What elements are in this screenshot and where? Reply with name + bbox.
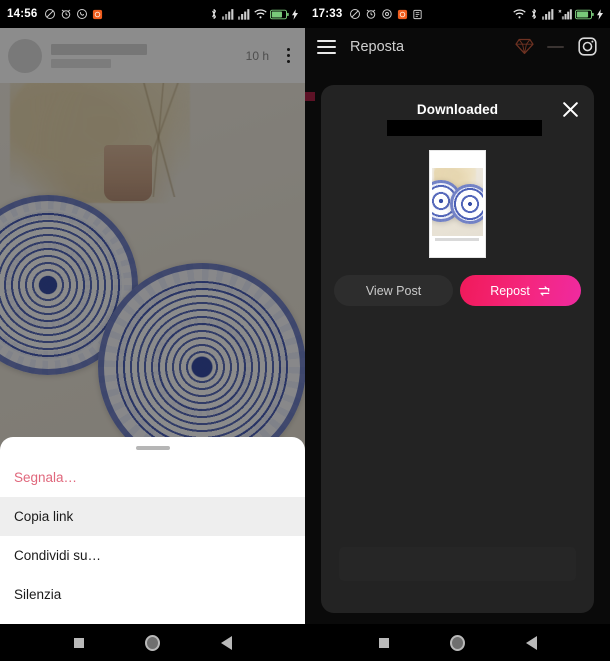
orange-app-icon bbox=[397, 9, 408, 20]
thumbnail-caption-line bbox=[435, 238, 479, 241]
left-android-nav-bar bbox=[0, 624, 305, 661]
thumbnail-container bbox=[321, 150, 594, 258]
right-status-right-group bbox=[513, 8, 603, 20]
repeat-icon bbox=[537, 284, 551, 298]
red-accent-edge bbox=[305, 92, 315, 101]
recents-button[interactable] bbox=[68, 632, 90, 654]
alarm-icon bbox=[365, 8, 377, 20]
wifi-icon bbox=[513, 8, 526, 20]
reposta-app-screen: Reposta Downloaded View Post Repost bbox=[305, 28, 610, 624]
back-button[interactable] bbox=[521, 632, 543, 654]
circle-icon bbox=[450, 634, 465, 651]
sheet-drag-handle[interactable] bbox=[135, 446, 170, 450]
repost-button-label: Repost bbox=[490, 283, 530, 298]
right-status-bar: 17:33 bbox=[305, 0, 610, 28]
sheet-item-share-to[interactable]: Condividi su… bbox=[0, 536, 305, 575]
home-button[interactable] bbox=[142, 632, 164, 654]
sheet-item-list: Segnala… Copia link Condividi su… Silenz… bbox=[0, 458, 305, 614]
square-icon bbox=[378, 637, 389, 648]
mute-icon bbox=[349, 8, 361, 20]
signal-2-icon bbox=[238, 8, 251, 20]
redacted-username-bar bbox=[387, 120, 542, 136]
dash-icon bbox=[547, 45, 564, 48]
battery-charging-icon bbox=[575, 9, 594, 20]
right-status-left-group: 17:33 bbox=[312, 8, 423, 20]
dialog-placeholder-row bbox=[339, 547, 576, 581]
wifi-icon bbox=[254, 8, 267, 20]
left-status-left-group: 14:56 bbox=[7, 8, 103, 20]
orange-app-icon bbox=[92, 9, 103, 20]
thumbnail-photo-artwork bbox=[432, 168, 483, 236]
circle-icon bbox=[145, 634, 160, 651]
alarm-icon bbox=[60, 8, 72, 20]
charging-bolt-icon bbox=[597, 8, 603, 20]
reposta-app-bar: Reposta bbox=[305, 28, 610, 65]
app-title: Reposta bbox=[350, 38, 405, 55]
left-status-bar: 14:56 bbox=[0, 0, 305, 28]
status-bar-clock: 14:56 bbox=[7, 8, 38, 20]
home-button[interactable] bbox=[447, 632, 469, 654]
signal-1-icon bbox=[222, 8, 235, 20]
right-android-nav-bar bbox=[305, 624, 610, 661]
view-post-button[interactable]: View Post bbox=[334, 275, 453, 306]
right-phone-screenshot: 17:33 Reposta Downloaded View Post Repos… bbox=[305, 0, 610, 661]
whatsapp-icon bbox=[76, 8, 88, 20]
sheet-item-copy-link[interactable]: Copia link bbox=[0, 497, 305, 536]
recents-button[interactable] bbox=[373, 632, 395, 654]
mute-icon bbox=[44, 8, 56, 20]
sync-icon bbox=[381, 8, 393, 20]
downloaded-dialog: Downloaded View Post Repost bbox=[321, 85, 594, 613]
sheet-item-report[interactable]: Segnala… bbox=[0, 458, 305, 497]
status-bar-clock: 17:33 bbox=[312, 8, 343, 20]
dialog-title: Downloaded bbox=[416, 101, 499, 117]
screenshot-root: 14:56 10 h Segnala… Copia link Condividi… bbox=[0, 0, 610, 661]
signal-1-icon bbox=[542, 8, 555, 20]
left-phone-screenshot: 14:56 10 h Segnala… Copia link Condividi… bbox=[0, 0, 305, 661]
battery-charging-icon bbox=[270, 9, 289, 20]
thumbnail-photo bbox=[432, 168, 483, 236]
instagram-icon[interactable] bbox=[577, 36, 598, 57]
left-status-right-group bbox=[209, 8, 298, 20]
square-icon bbox=[73, 637, 84, 648]
triangle-back-icon bbox=[526, 635, 537, 650]
dialog-action-row: View Post Repost bbox=[321, 275, 594, 306]
signal-2-icon bbox=[558, 8, 572, 20]
instagram-action-sheet: Segnala… Copia link Condividi su… Silenz… bbox=[0, 437, 305, 624]
app-bar-actions bbox=[515, 36, 598, 57]
downloaded-post-thumbnail[interactable] bbox=[429, 150, 486, 258]
close-icon[interactable] bbox=[559, 98, 581, 120]
repost-button[interactable]: Repost bbox=[460, 275, 581, 306]
plate-right bbox=[450, 184, 483, 224]
charging-bolt-icon bbox=[292, 8, 298, 20]
diamond-icon[interactable] bbox=[515, 38, 534, 55]
bluetooth-icon bbox=[209, 8, 219, 20]
back-button[interactable] bbox=[216, 632, 238, 654]
sheet-item-mute[interactable]: Silenzia bbox=[0, 575, 305, 614]
document-icon bbox=[412, 9, 423, 20]
hamburger-menu-icon[interactable] bbox=[317, 39, 336, 54]
bluetooth-icon bbox=[529, 8, 539, 20]
triangle-back-icon bbox=[221, 635, 232, 650]
